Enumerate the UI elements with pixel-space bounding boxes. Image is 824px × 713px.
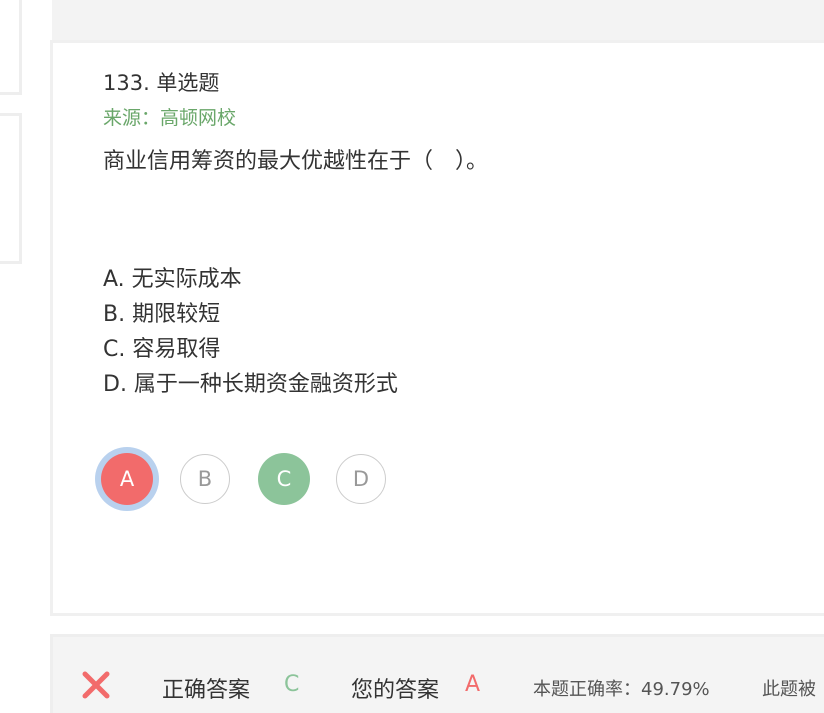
- correct-rate-text: 本题正确率：49.79%: [533, 679, 710, 700]
- extra-stat-text: 此题被: [762, 679, 816, 700]
- choice-b-button[interactable]: B: [180, 454, 230, 504]
- choice-a-button[interactable]: A: [101, 453, 153, 505]
- choice-d-button[interactable]: D: [336, 454, 386, 504]
- question-source: 来源：高顿网校: [103, 107, 237, 129]
- top-strip: [52, 0, 824, 40]
- question-header: 133. 单选题: [103, 71, 220, 95]
- correct-answer-label: 正确答案: [162, 678, 251, 703]
- option-c: C. 容易取得: [103, 337, 221, 362]
- your-answer-label: 您的答案: [351, 678, 440, 703]
- option-a: A. 无实际成本: [103, 267, 242, 292]
- wrong-x-icon: [82, 671, 110, 699]
- question-stem: 商业信用筹资的最大优越性在于（ ）。: [103, 149, 489, 174]
- your-answer-value: A: [465, 672, 481, 697]
- correct-answer-value: C: [284, 672, 300, 697]
- option-list: A. 无实际成本 B. 期限较短 C. 容易取得 D. 属于一种长期资金融资形式: [103, 262, 398, 402]
- choice-c-button[interactable]: C: [258, 453, 310, 505]
- question-card: 133. 单选题 来源：高顿网校 商业信用筹资的最大优越性在于（ ）。 A. 无…: [50, 40, 824, 616]
- result-bar: 正确答案 C 您的答案 A 本题正确率：49.79% 此题被: [50, 634, 824, 713]
- option-b: B. 期限较短: [103, 302, 221, 327]
- side-panel-box: [0, 113, 22, 264]
- side-panel-box: [0, 0, 22, 95]
- page: 133. 单选题 来源：高顿网校 商业信用筹资的最大优越性在于（ ）。 A. 无…: [0, 0, 824, 713]
- option-d: D. 属于一种长期资金融资形式: [103, 372, 398, 397]
